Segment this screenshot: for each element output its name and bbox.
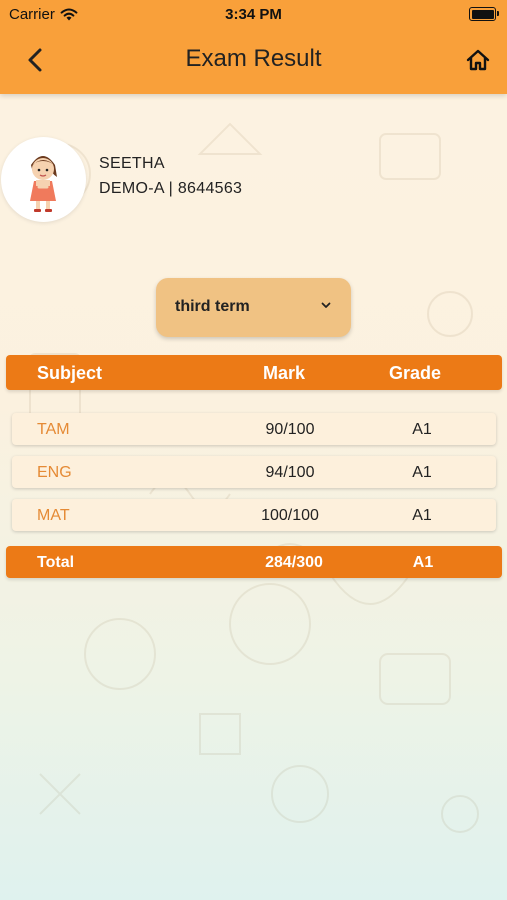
term-selected-value: third term bbox=[175, 298, 250, 315]
row-grade: A1 bbox=[412, 464, 432, 481]
student-name: SEETHA bbox=[99, 155, 165, 172]
row-mark: 94/100 bbox=[265, 464, 315, 481]
header-grade: Grade bbox=[389, 363, 442, 383]
header-mark: Mark bbox=[263, 363, 306, 383]
status-time: 3:34 PM bbox=[225, 6, 282, 23]
table-row: TAM 90/100 A1 bbox=[12, 413, 496, 445]
table-row: MAT 100/100 A1 bbox=[12, 499, 496, 531]
background-doodle-pattern bbox=[29, 122, 479, 833]
row-mark: 90/100 bbox=[265, 421, 315, 438]
student-avatar bbox=[1, 137, 86, 222]
page-title: Exam Result bbox=[185, 45, 322, 72]
total-grade: A1 bbox=[412, 554, 434, 571]
total-label: Total bbox=[37, 554, 75, 571]
row-subject: MAT bbox=[37, 507, 70, 524]
student-class-info: DEMO-A | 8644563 bbox=[99, 180, 243, 197]
row-mark: 100/100 bbox=[261, 507, 319, 524]
app-header: Carrier 3:34 PM Exam Result bbox=[0, 0, 507, 94]
term-dropdown[interactable]: third term bbox=[156, 278, 351, 337]
total-mark: 284/300 bbox=[265, 554, 323, 571]
home-icon bbox=[466, 49, 490, 71]
row-subject: ENG bbox=[37, 464, 72, 481]
row-grade: A1 bbox=[412, 507, 432, 524]
row-subject: TAM bbox=[37, 421, 70, 438]
table-row: ENG 94/100 A1 bbox=[12, 456, 496, 488]
chevron-down-icon bbox=[321, 302, 331, 308]
total-row: Total 284/300 A1 bbox=[6, 546, 502, 578]
status-bar: Carrier 3:34 PM bbox=[0, 0, 507, 28]
results-table-header: Subject Mark Grade bbox=[6, 355, 502, 390]
header-subject: Subject bbox=[37, 363, 103, 383]
home-button[interactable] bbox=[463, 45, 493, 75]
battery-icon bbox=[469, 7, 499, 21]
row-grade: A1 bbox=[412, 421, 432, 438]
girl-avatar-illustration bbox=[30, 156, 57, 212]
